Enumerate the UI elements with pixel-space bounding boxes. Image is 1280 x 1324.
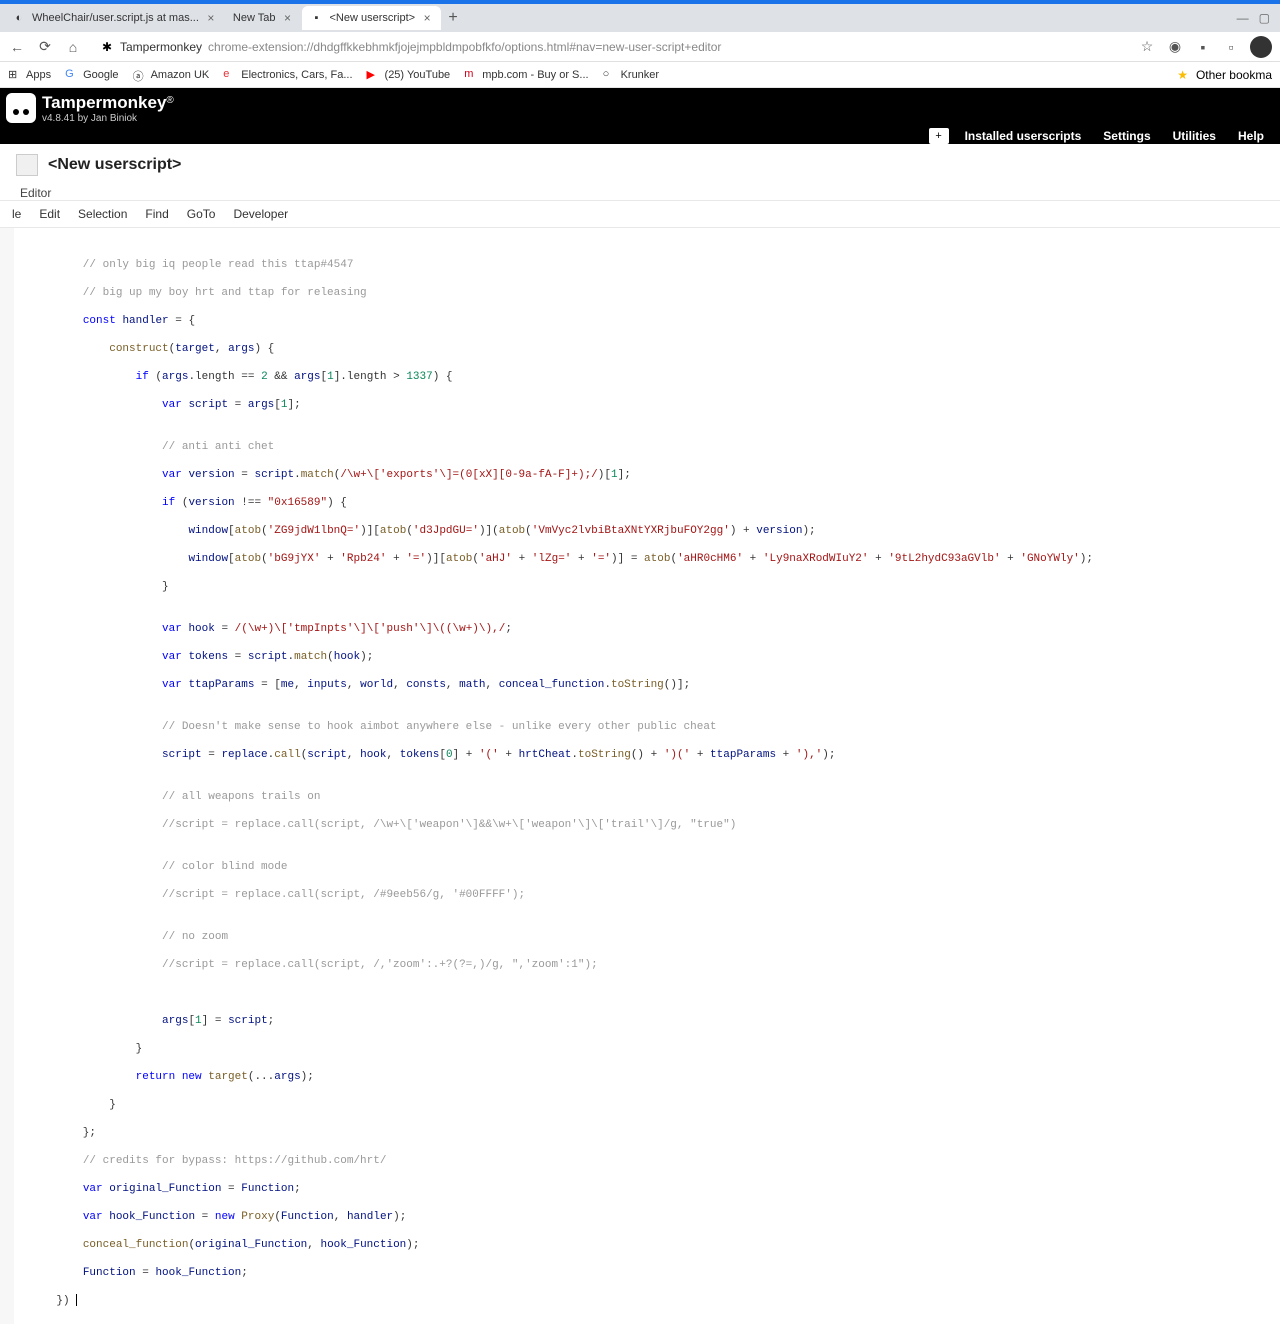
tab-title: <New userscript> [330, 12, 416, 24]
shield-icon[interactable]: ◉ [1166, 38, 1184, 56]
browser-tab-2[interactable]: New Tab × [225, 6, 302, 30]
bookmark-krunker[interactable]: ○Krunker [603, 68, 660, 82]
extension-icon: ✱ [100, 40, 114, 54]
menu-goto[interactable]: GoTo [179, 205, 224, 223]
gutter [0, 228, 14, 1324]
tab-title: WheelChair/user.script.js at mas... [32, 12, 199, 24]
star-icon[interactable]: ☆ [1138, 38, 1156, 56]
tampermonkey-icon: ▪ [310, 11, 324, 25]
browser-tab-1[interactable]: ◐ WheelChair/user.script.js at mas... × [4, 6, 225, 30]
text-cursor [76, 1294, 77, 1306]
url-host: Tampermonkey [120, 40, 202, 54]
tampermonkey-logo [6, 93, 36, 123]
tab-bar: ◐ WheelChair/user.script.js at mas... × … [0, 4, 1280, 32]
app-header: Tampermonkey® v4.8.41 by Jan Biniok [0, 88, 1280, 128]
menu-find[interactable]: Find [137, 205, 176, 223]
code-editor[interactable]: // only big iq people read this ttap#454… [0, 228, 1280, 1324]
minimize-icon[interactable]: — [1237, 11, 1249, 25]
menu-edit[interactable]: Edit [31, 205, 68, 223]
tab-title: New Tab [233, 12, 276, 24]
bookmark-apps[interactable]: ⊞Apps [8, 68, 51, 82]
new-tab-button[interactable]: + [441, 6, 465, 30]
bookmark-youtube[interactable]: ▶(25) YouTube [367, 68, 451, 82]
app-version: v4.8.41 by Jan Biniok [42, 113, 174, 124]
script-icon [16, 154, 38, 176]
reload-icon[interactable]: ⟳ [36, 38, 54, 56]
add-script-icon[interactable]: + [929, 128, 949, 144]
bookmark-ebay[interactable]: eElectronics, Cars, Fa... [223, 68, 352, 82]
nav-installed[interactable]: Installed userscripts [955, 127, 1092, 145]
bookmark-amazon[interactable]: ⓐAmazon UK [133, 68, 210, 82]
tab-editor[interactable]: Editor [0, 186, 1280, 200]
bookmark-google[interactable]: GGoogle [65, 68, 118, 82]
menu-developer[interactable]: Developer [225, 205, 296, 223]
bookmark-mpb[interactable]: mmpb.com - Buy or S... [464, 68, 588, 82]
app-nav: + Installed userscripts Settings Utiliti… [0, 128, 1280, 144]
home-icon[interactable]: ⌂ [64, 38, 82, 56]
ext1-icon[interactable]: ▪ [1194, 38, 1212, 56]
ext2-icon[interactable]: ▫ [1222, 38, 1240, 56]
ext-badge-icon[interactable]: ★ [1177, 68, 1188, 82]
nav-utilities[interactable]: Utilities [1163, 127, 1226, 145]
address-bar: ← ⟳ ⌂ ✱ Tampermonkey chrome-extension://… [0, 32, 1280, 62]
back-icon[interactable]: ← [8, 38, 26, 56]
close-icon[interactable]: × [421, 12, 433, 24]
app-title: Tampermonkey [42, 93, 166, 112]
menu-file[interactable]: le [4, 205, 29, 223]
url-path: chrome-extension://dhdgffkkebhmkfjojejmp… [208, 40, 721, 54]
nav-settings[interactable]: Settings [1093, 127, 1160, 145]
script-title-bar: <New userscript> [0, 144, 1280, 186]
maximize-icon[interactable]: ▢ [1259, 11, 1270, 25]
close-icon[interactable]: × [205, 12, 217, 24]
browser-tab-3[interactable]: ▪ <New userscript> × [302, 6, 442, 30]
script-title: <New userscript> [48, 156, 181, 174]
avatar[interactable] [1250, 36, 1272, 58]
other-bookmarks[interactable]: Other bookma [1196, 68, 1272, 82]
editor-menu: le Edit Selection Find GoTo Developer [0, 200, 1280, 228]
trademark: ® [166, 95, 173, 106]
bookmarks-bar: ⊞Apps GGoogle ⓐAmazon UK eElectronics, C… [0, 62, 1280, 88]
close-icon[interactable]: × [282, 12, 294, 24]
github-icon: ◐ [12, 11, 26, 25]
nav-help[interactable]: Help [1228, 127, 1274, 145]
url-input[interactable]: ✱ Tampermonkey chrome-extension://dhdgff… [92, 40, 1128, 54]
menu-selection[interactable]: Selection [70, 205, 135, 223]
